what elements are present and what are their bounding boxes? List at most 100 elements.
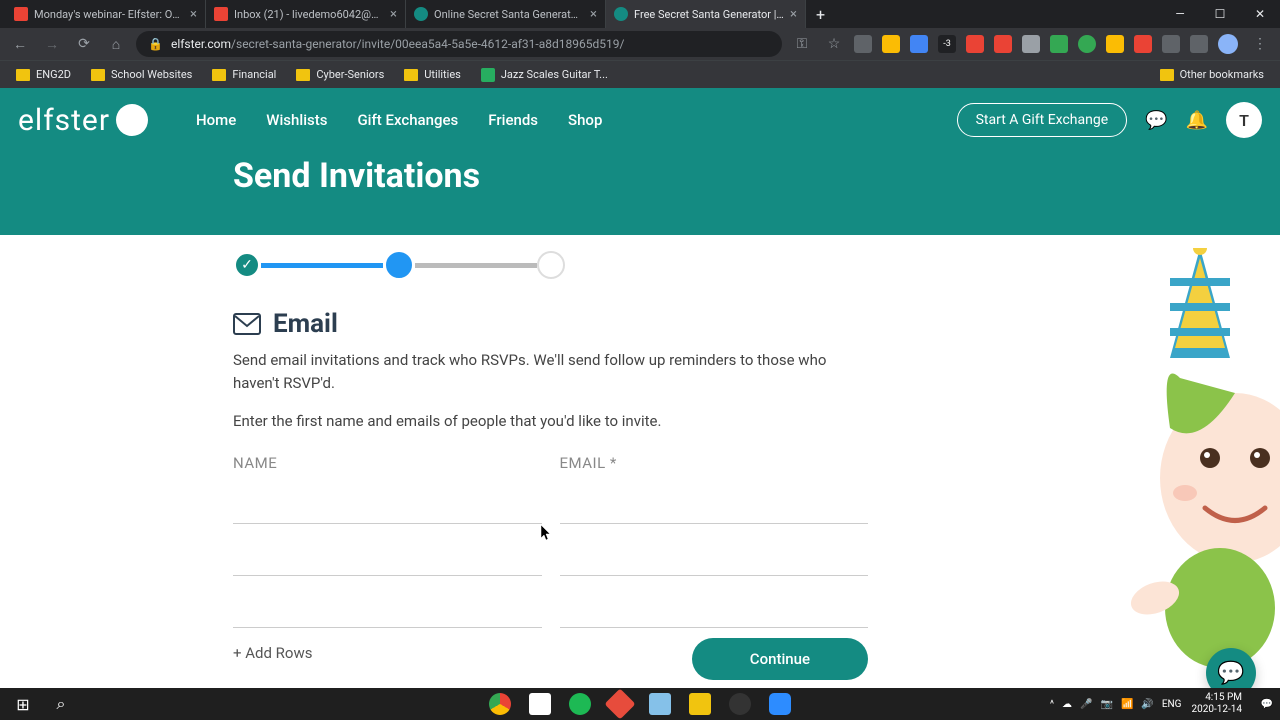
star-icon[interactable]: ☆ [822, 32, 846, 56]
maximize-button[interactable]: ☐ [1200, 0, 1240, 28]
volume-icon[interactable]: 🔊 [1141, 699, 1153, 710]
chat-icon[interactable]: 💬 [1145, 110, 1167, 131]
tab-3[interactable]: Free Secret Santa Generator | Elf× [606, 0, 806, 28]
nav-friends[interactable]: Friends [488, 111, 538, 129]
profile-avatar[interactable] [1218, 34, 1238, 54]
back-button[interactable]: ← [8, 32, 32, 56]
search-button[interactable]: ⌕ [42, 688, 80, 720]
mic-icon[interactable]: 🎤 [1080, 699, 1092, 710]
menu-icon[interactable]: ⋮ [1248, 32, 1272, 56]
elf-illustration [1100, 248, 1280, 668]
elfster-icon [414, 7, 428, 21]
cast-icon[interactable] [1190, 35, 1208, 53]
ext-icon[interactable] [882, 35, 900, 53]
minimize-button[interactable]: — [1160, 0, 1200, 28]
ext-icon[interactable] [1106, 35, 1124, 53]
tab-2[interactable]: Online Secret Santa Generator &× [406, 0, 606, 28]
name-input-2[interactable] [233, 544, 542, 576]
date-text: 2020-12-14 [1192, 704, 1243, 716]
tab-1[interactable]: Inbox (21) - livedemo6042@gma× [206, 0, 406, 28]
tabs-row: Monday's webinar- Elfster: Onlin× Inbox … [0, 0, 1280, 28]
reload-button[interactable]: ⟳ [72, 32, 96, 56]
forward-button[interactable]: → [40, 32, 64, 56]
hero: elfster Home Wishlists Gift Exchanges Fr… [0, 88, 1280, 235]
continue-row: Continue [233, 638, 868, 680]
name-input-1[interactable] [233, 492, 542, 524]
nav-shop[interactable]: Shop [568, 111, 602, 129]
tab-0[interactable]: Monday's webinar- Elfster: Onlin× [6, 0, 206, 28]
ext-icon[interactable]: -3 [938, 35, 956, 53]
wifi-icon[interactable]: 📶 [1121, 699, 1133, 710]
bookmark-label: Financial [232, 68, 276, 81]
spotify-app[interactable] [561, 688, 599, 720]
bookmark-folder[interactable]: Cyber-Seniors [288, 68, 392, 81]
email-input-2[interactable] [560, 544, 869, 576]
elfster-icon [614, 7, 628, 21]
start-button[interactable]: ⊞ [4, 688, 42, 720]
step-bar [415, 263, 537, 268]
user-avatar[interactable]: T [1226, 102, 1262, 138]
chevron-up-icon[interactable]: ^ [1050, 699, 1054, 710]
ext-icon[interactable] [1050, 35, 1068, 53]
nav-wishlists[interactable]: Wishlists [266, 111, 327, 129]
settings-app[interactable] [721, 688, 759, 720]
logo[interactable]: elfster [18, 103, 148, 138]
progress-stepper: ✓ [233, 249, 1280, 281]
main-content: Email Send email invitations and track w… [233, 309, 868, 720]
notifications-button[interactable]: 💬 [1258, 688, 1276, 720]
ext-icon[interactable] [966, 35, 984, 53]
bookmark-folder[interactable]: ENG2D [8, 68, 79, 81]
email-instructions: Enter the first name and emails of peopl… [233, 412, 868, 430]
store-app[interactable] [521, 688, 559, 720]
cloud-icon[interactable]: ☁ [1062, 699, 1072, 710]
nav-gift-exchanges[interactable]: Gift Exchanges [357, 111, 458, 129]
folder-icon [296, 69, 310, 81]
site-icon [481, 68, 495, 82]
tray-icons[interactable]: ^ ☁ 🎤 📷 📶 🔊 ENG [1050, 699, 1182, 710]
email-column-header: EMAIL * [560, 454, 869, 472]
new-tab-button[interactable]: + [806, 5, 835, 24]
nav-links: Home Wishlists Gift Exchanges Friends Sh… [196, 111, 602, 129]
folder-icon [91, 69, 105, 81]
name-input-3[interactable] [233, 596, 542, 628]
ext-icon[interactable] [1134, 35, 1152, 53]
explorer-app[interactable] [681, 688, 719, 720]
ext-icon[interactable] [1078, 35, 1096, 53]
email-input-3[interactable] [560, 596, 869, 628]
bookmark-folder[interactable]: Financial [204, 68, 284, 81]
language-indicator[interactable]: ENG [1162, 699, 1182, 710]
ext-icon[interactable] [910, 35, 928, 53]
email-description: Send email invitations and track who RSV… [233, 349, 868, 394]
puzzle-icon[interactable] [1162, 35, 1180, 53]
nav-home[interactable]: Home [196, 111, 236, 129]
email-input-1[interactable] [560, 492, 869, 524]
ext-icon[interactable] [994, 35, 1012, 53]
other-bookmarks[interactable]: Other bookmarks [1152, 68, 1272, 81]
key-icon[interactable]: ⚿ [790, 32, 814, 56]
close-icon[interactable]: × [390, 7, 397, 22]
continue-button[interactable]: Continue [692, 638, 868, 680]
bookmark-item[interactable]: Jazz Scales Guitar T... [473, 68, 616, 82]
browser-chrome: Monday's webinar- Elfster: Onlin× Inbox … [0, 0, 1280, 88]
gmail-icon [14, 7, 28, 21]
extensions: -3 ⋮ [854, 32, 1272, 56]
bell-icon[interactable]: 🔔 [1186, 110, 1208, 131]
close-icon[interactable]: × [190, 7, 197, 22]
chrome-app[interactable] [481, 688, 519, 720]
clock[interactable]: 4:15 PM 2020-12-14 [1192, 692, 1249, 716]
address-bar[interactable]: 🔒 elfster.com/secret-santa-generator/inv… [136, 31, 782, 57]
home-button[interactable]: ⌂ [104, 32, 128, 56]
ext-icon[interactable] [1022, 35, 1040, 53]
bookmark-folder[interactable]: Utilities [396, 68, 469, 81]
close-button[interactable]: ✕ [1240, 0, 1280, 28]
app-red[interactable] [601, 688, 639, 720]
app-note[interactable] [641, 688, 679, 720]
zoom-app[interactable] [761, 688, 799, 720]
close-icon[interactable]: × [590, 7, 597, 22]
time-text: 4:15 PM [1192, 692, 1243, 704]
close-icon[interactable]: × [790, 7, 797, 22]
camera-icon[interactable]: 📷 [1101, 699, 1113, 710]
start-exchange-button[interactable]: Start A Gift Exchange [957, 103, 1128, 137]
ext-icon[interactable] [854, 35, 872, 53]
bookmark-folder[interactable]: School Websites [83, 68, 200, 81]
